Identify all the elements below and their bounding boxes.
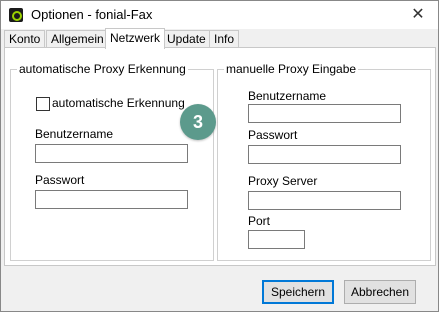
manual-username-label: Benutzername [248, 89, 327, 103]
options-window: Optionen - fonial-Fax ✕ Konto Allgemein … [0, 0, 439, 312]
tab-info[interactable]: Info [209, 30, 240, 48]
tab-allgemein[interactable]: Allgemein [46, 30, 109, 48]
auto-password-input[interactable] [35, 190, 188, 209]
auto-password-label: Passwort [35, 173, 85, 187]
title-bar: Optionen - fonial-Fax ✕ [1, 1, 438, 29]
port-input[interactable] [248, 230, 305, 249]
auto-proxy-legend: automatische Proxy Erkennung [17, 62, 188, 76]
port-label: Port [248, 214, 271, 228]
step-badge: 3 [180, 104, 216, 140]
auto-detect-label: automatische Erkennung [52, 96, 185, 110]
manual-username-input[interactable] [248, 104, 401, 123]
manual-proxy-group: manuelle Proxy Eingabe Benutzername Pass… [217, 62, 431, 261]
window-title: Optionen - fonial-Fax [31, 7, 153, 22]
auto-username-input[interactable] [35, 144, 188, 163]
auto-proxy-group: automatische Proxy Erkennung automatisch… [10, 62, 214, 261]
auto-username-label: Benutzername [35, 127, 114, 141]
tab-netzwerk[interactable]: Netzwerk [105, 28, 166, 49]
proxy-server-input[interactable] [248, 191, 401, 210]
manual-password-input[interactable] [248, 145, 401, 164]
close-icon[interactable]: ✕ [398, 1, 438, 29]
network-tab-panel: automatische Proxy Erkennung automatisch… [4, 47, 436, 266]
proxy-server-label: Proxy Server [248, 174, 318, 188]
manual-proxy-legend: manuelle Proxy Eingabe [224, 62, 359, 76]
tab-konto[interactable]: Konto [4, 30, 46, 48]
auto-detect-checkbox[interactable] [36, 97, 50, 111]
fonial-app-icon [9, 8, 23, 22]
cancel-button[interactable]: Abbrechen [344, 280, 416, 304]
manual-password-label: Passwort [248, 128, 298, 142]
save-button[interactable]: Speichern [262, 280, 334, 304]
tab-update[interactable]: Update [162, 30, 211, 48]
